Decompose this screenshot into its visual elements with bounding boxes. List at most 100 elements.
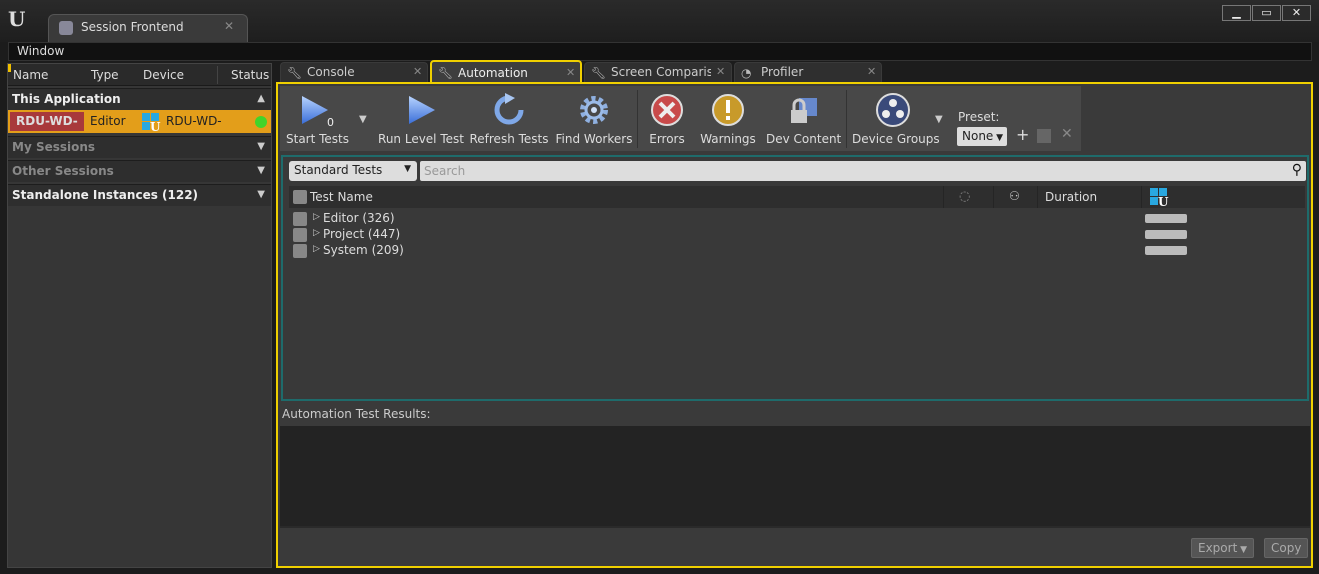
toolbar-separator bbox=[637, 90, 638, 148]
search-box: ⚲ bbox=[420, 161, 1306, 181]
minimize-button[interactable]: ▁ bbox=[1222, 5, 1251, 21]
save-preset-icon[interactable] bbox=[1037, 129, 1051, 143]
tab-automation[interactable]: 🔧︎ Automation ✕ bbox=[430, 60, 582, 84]
tab-label: Console bbox=[307, 65, 355, 79]
chevron-down-icon: ▼ bbox=[257, 189, 265, 200]
column-name[interactable]: Name bbox=[13, 68, 48, 82]
row-checkbox[interactable] bbox=[293, 212, 307, 226]
run-level-test-label: Run Level Test bbox=[378, 132, 464, 146]
column-separator[interactable] bbox=[1141, 186, 1142, 208]
test-tree-panel: Standard Tests ▼ ⚲ Test Name ◌ ⚇ Duratio… bbox=[281, 155, 1309, 401]
tree-row-label: Editor (326) bbox=[323, 211, 395, 225]
results-footer: Export ▼ Copy bbox=[280, 526, 1310, 566]
column-separator[interactable] bbox=[943, 186, 944, 208]
section-this-application[interactable]: This Application ▲ bbox=[8, 88, 271, 110]
session-device: RDU-WD- bbox=[166, 114, 222, 128]
unreal-logo-icon: U bbox=[6, 6, 30, 31]
row-checkbox[interactable] bbox=[293, 228, 307, 242]
close-icon[interactable]: ✕ bbox=[413, 65, 422, 78]
expand-arrow-icon[interactable]: ▷ bbox=[313, 244, 320, 254]
warning-icon bbox=[710, 92, 746, 128]
column-status[interactable]: Status bbox=[231, 68, 269, 82]
device-groups-button[interactable]: Device Groups bbox=[852, 90, 940, 148]
preset-value: None bbox=[962, 129, 994, 143]
row-checkbox[interactable] bbox=[293, 244, 307, 258]
start-tests-dropdown-icon[interactable]: ▼ bbox=[359, 114, 367, 125]
maximize-button[interactable]: ▭ bbox=[1252, 5, 1281, 21]
menu-window[interactable]: Window bbox=[17, 44, 64, 58]
errors-filter-button[interactable]: Errors bbox=[642, 90, 692, 148]
search-input[interactable] bbox=[424, 163, 1284, 179]
svg-text:U: U bbox=[1158, 195, 1169, 207]
session-type: Editor bbox=[90, 114, 126, 128]
tree-row-editor[interactable]: ▷ Editor (326) bbox=[289, 211, 1305, 227]
tab-label: Automation bbox=[458, 66, 528, 80]
status-indicator bbox=[255, 116, 267, 128]
panel-accent bbox=[8, 64, 11, 72]
results-header: Automation Test Results: bbox=[280, 404, 1310, 426]
toolbar-separator bbox=[846, 90, 847, 148]
chevron-up-icon: ▲ bbox=[257, 93, 265, 104]
play-icon bbox=[403, 92, 439, 128]
column-type[interactable]: Type bbox=[91, 68, 119, 82]
device-groups-dropdown-icon[interactable]: ▼ bbox=[935, 114, 943, 125]
refresh-tests-label: Refresh Tests bbox=[469, 132, 549, 146]
section-other-sessions[interactable]: Other Sessions ▼ bbox=[8, 160, 271, 182]
copy-button[interactable]: Copy bbox=[1264, 538, 1309, 558]
warnings-filter-button[interactable]: Warnings bbox=[698, 90, 758, 148]
test-filter-select[interactable]: Standard Tests ▼ bbox=[289, 161, 417, 181]
document-tab[interactable]: Session Frontend ✕ bbox=[48, 14, 248, 42]
platform-status-bar bbox=[1145, 230, 1187, 239]
section-label: Standalone Instances (122) bbox=[12, 188, 199, 202]
search-icon[interactable]: ⚲ bbox=[1292, 162, 1302, 178]
wrench-icon: 🔧︎ bbox=[591, 66, 607, 80]
automation-toolbar: 0 Start Tests ▼ Run Level Test Refresh T… bbox=[280, 86, 1081, 151]
tab-screen-comparison[interactable]: 🔧︎ Screen Comparison ✕ bbox=[584, 62, 732, 82]
tab-console[interactable]: 🔧︎ Console ✕ bbox=[280, 62, 428, 82]
refresh-tests-button[interactable]: Refresh Tests bbox=[468, 90, 550, 148]
start-tests-button[interactable]: 0 Start Tests bbox=[282, 90, 350, 148]
device-groups-label: Device Groups bbox=[852, 132, 940, 146]
dev-content-label: Dev Content bbox=[766, 132, 842, 146]
column-test-name[interactable]: Test Name bbox=[310, 190, 373, 204]
tree-row-project[interactable]: ▷ Project (447) bbox=[289, 227, 1305, 243]
tree-row-system[interactable]: ▷ System (209) bbox=[289, 243, 1305, 259]
chevron-down-icon: ▼ bbox=[404, 164, 411, 174]
column-device[interactable]: Device bbox=[143, 68, 184, 82]
run-level-test-button[interactable]: Run Level Test bbox=[378, 90, 464, 148]
close-icon[interactable]: ✕ bbox=[566, 66, 575, 79]
close-window-button[interactable]: ✕ bbox=[1282, 5, 1311, 21]
expand-arrow-icon[interactable]: ▷ bbox=[313, 212, 320, 222]
export-button[interactable]: Export ▼ bbox=[1191, 538, 1255, 558]
column-separator[interactable] bbox=[1037, 186, 1038, 208]
copy-label: Copy bbox=[1271, 541, 1302, 555]
tree-row-label: Project (447) bbox=[323, 227, 401, 241]
tab-profiler[interactable]: ◔ Profiler ✕ bbox=[734, 62, 882, 82]
section-standalone-instances[interactable]: Standalone Instances (122) ▼ bbox=[8, 184, 271, 206]
section-label: My Sessions bbox=[12, 140, 96, 154]
close-icon[interactable]: ✕ bbox=[224, 19, 234, 33]
preset-select[interactable]: None ▼ bbox=[957, 127, 1007, 146]
select-all-checkbox[interactable] bbox=[293, 190, 307, 204]
title-bar: U Session Frontend ✕ ▁ ▭ ✕ bbox=[0, 0, 1319, 42]
column-separator[interactable] bbox=[217, 66, 218, 84]
expand-arrow-icon[interactable]: ▷ bbox=[313, 228, 320, 238]
errors-label: Errors bbox=[649, 132, 685, 146]
section-my-sessions[interactable]: My Sessions ▼ bbox=[8, 136, 271, 158]
wrench-icon: 🔧︎ bbox=[287, 66, 303, 80]
find-workers-button[interactable]: Find Workers bbox=[554, 90, 634, 148]
add-preset-icon[interactable]: + bbox=[1016, 125, 1029, 144]
column-separator[interactable] bbox=[993, 186, 994, 208]
test-filter-value: Standard Tests bbox=[294, 163, 383, 177]
session-row[interactable]: RDU-WD- Editor U RDU-WD- bbox=[8, 110, 271, 133]
device-groups-icon bbox=[875, 92, 911, 128]
column-duration[interactable]: Duration bbox=[1045, 190, 1097, 204]
delete-preset-icon[interactable]: ✕ bbox=[1061, 126, 1073, 142]
close-icon[interactable]: ✕ bbox=[716, 65, 725, 78]
close-icon[interactable]: ✕ bbox=[867, 65, 876, 78]
dev-content-button[interactable]: Dev Content bbox=[766, 90, 842, 148]
gear-icon bbox=[576, 92, 612, 128]
find-workers-label: Find Workers bbox=[555, 132, 633, 146]
chevron-down-icon: ▼ bbox=[257, 141, 265, 152]
windows-unreal-icon: U bbox=[141, 112, 161, 132]
